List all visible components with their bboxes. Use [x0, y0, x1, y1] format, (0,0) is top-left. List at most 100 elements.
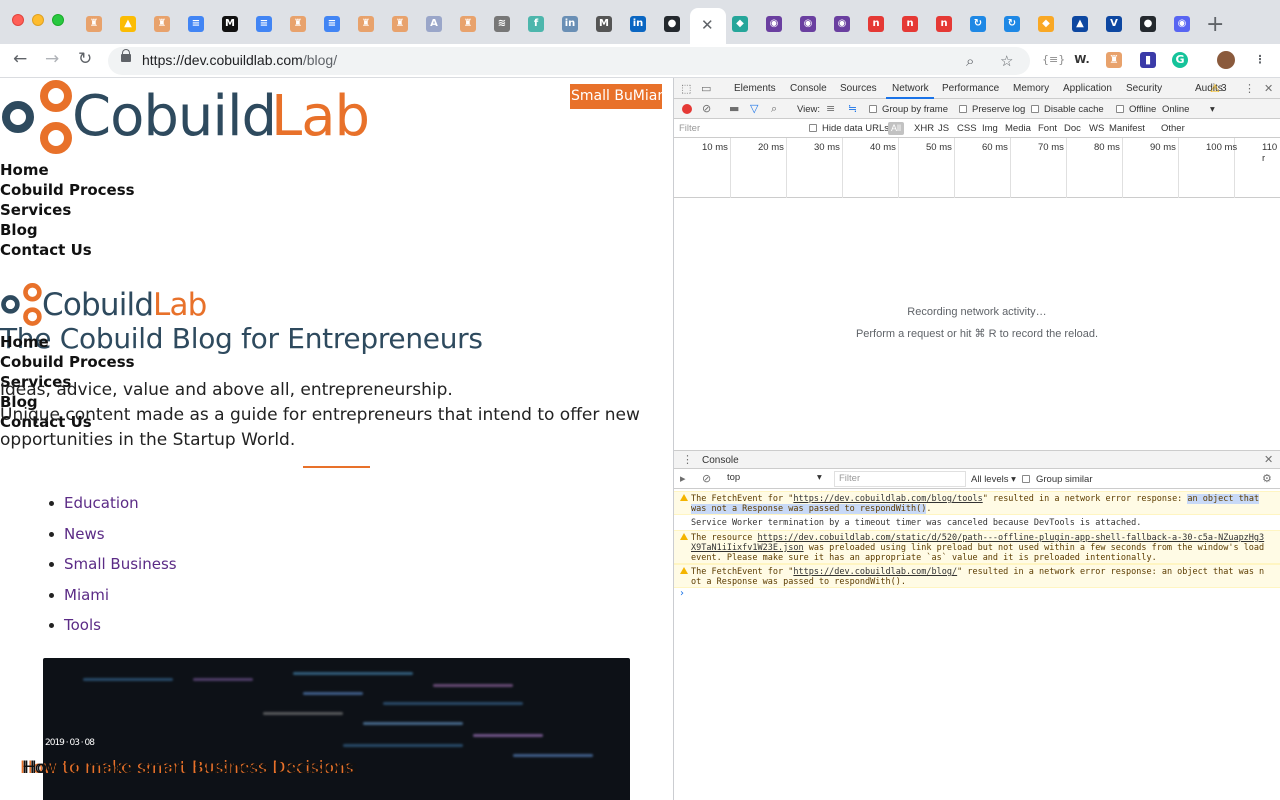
tab-favicon-github-icon[interactable]: ● [664, 16, 680, 32]
close-devtools-icon[interactable]: ✕ [1264, 82, 1273, 95]
tab-favicon-after-12-icon[interactable]: V [1106, 16, 1122, 32]
tab-favicon-docs-icon[interactable]: ≡ [188, 16, 204, 32]
type-filter-js[interactable]: JS [938, 123, 949, 134]
grammarly-icon[interactable]: G [1172, 52, 1188, 68]
active-tab[interactable]: ✕ [690, 8, 726, 44]
message-link[interactable]: https://dev.cobuildlab.com/blog/ [793, 567, 957, 577]
reload-icon[interactable]: ↻ [78, 49, 92, 69]
drawer-menu-icon[interactable]: ⋮ [682, 453, 693, 466]
type-filter-xhr[interactable]: XHR [914, 123, 934, 134]
tab-favicon-after-3-icon[interactable]: ◉ [800, 16, 816, 32]
tab-favicon-10-icon[interactable]: ♜ [392, 16, 408, 32]
console-prompt-icon[interactable]: › [680, 588, 684, 599]
minimize-window-button[interactable] [32, 14, 44, 26]
tab-favicon-after-4-icon[interactable]: ◉ [834, 16, 850, 32]
category-link-small-business[interactable]: Small Business [49, 555, 177, 586]
tab-favicon-docs-3-icon[interactable]: ≡ [324, 16, 340, 32]
extension-robot-icon[interactable]: ♜ [1106, 52, 1122, 68]
offline-checkbox[interactable] [1116, 105, 1124, 113]
bookmark-star-icon[interactable]: ☆ [1000, 52, 1013, 70]
devtools-tab-elements[interactable]: Elements [734, 83, 776, 94]
tab-favicon-13-icon[interactable]: ≋ [494, 16, 510, 32]
sidebar-toggle-icon[interactable]: ▸ [680, 472, 686, 485]
overview-icon[interactable]: ≒ [848, 102, 857, 115]
nav-item-home[interactable]: Home [0, 160, 135, 180]
tab-favicon-7-icon[interactable]: ♜ [290, 16, 306, 32]
nav-item-cobuild-process[interactable]: Cobuild Process [0, 180, 135, 200]
clear-icon[interactable]: ⊘ [702, 102, 711, 115]
back-icon[interactable]: ← [13, 49, 27, 69]
cta-button[interactable]: Small BuMiami [570, 84, 662, 109]
tab-favicon-after-7-icon[interactable]: n [936, 16, 952, 32]
category-link-education[interactable]: Education [49, 494, 177, 525]
drawer-tab-console[interactable]: Console [702, 455, 739, 466]
network-filter-input[interactable]: Filter [679, 123, 700, 134]
address-bar[interactable]: https://dev.cobuildlab.com/blog/ ⌕ ☆ [108, 47, 1030, 75]
console-filter-input[interactable]: Filter [834, 471, 966, 487]
tab-favicon-after-13-icon[interactable]: ● [1140, 16, 1156, 32]
type-filter-doc[interactable]: Doc [1064, 123, 1081, 134]
preserve-log-checkbox[interactable] [959, 105, 967, 113]
console-settings-icon[interactable]: ⚙ [1262, 472, 1272, 485]
throttling-select[interactable]: Online [1162, 104, 1189, 115]
category-link-tools[interactable]: Tools [49, 616, 177, 647]
tab-favicon-medium-2-icon[interactable]: M [596, 16, 612, 32]
type-filter-font[interactable]: Font [1038, 123, 1057, 134]
devtools-tab-console[interactable]: Console [790, 83, 827, 94]
console-clear-icon[interactable]: ⊘ [702, 472, 711, 485]
new-tab-button[interactable]: + [1206, 12, 1224, 37]
avatar[interactable] [1217, 51, 1235, 69]
disable-cache-checkbox[interactable] [1031, 105, 1039, 113]
type-filter-ws[interactable]: WS [1089, 123, 1104, 134]
tab-favicon-drive-icon[interactable]: ▲ [120, 16, 136, 32]
devtools-tab-network[interactable]: Network [892, 83, 929, 94]
type-filter-css[interactable]: CSS [957, 123, 977, 134]
console-message-warning[interactable]: The FetchEvent for "https://dev.cobuildl… [674, 564, 1280, 588]
hide-data-urls-checkbox[interactable] [809, 124, 817, 132]
tab-favicon-after-9-icon[interactable]: ↻ [1004, 16, 1020, 32]
tab-favicon-after-2-icon[interactable]: ◉ [766, 16, 782, 32]
menu-icon[interactable]: ⋮ [1252, 52, 1268, 68]
devtools-menu-icon[interactable]: ⋮ [1244, 82, 1255, 95]
post-title-overlap[interactable]: How to make smart Business Decisions [22, 758, 356, 778]
tab-favicon-9-icon[interactable]: ♜ [358, 16, 374, 32]
tab-favicon-after-10-icon[interactable]: ◆ [1038, 16, 1054, 32]
console-message-warning[interactable]: The resource https://dev.cobuildlab.com/… [674, 530, 1280, 564]
tab-favicon-11-icon[interactable]: A [426, 16, 442, 32]
tab-favicon-after-14-icon[interactable]: ◉ [1174, 16, 1190, 32]
tab-favicon-12-icon[interactable]: ♜ [460, 16, 476, 32]
tab-favicon-after-11-icon[interactable]: ▲ [1072, 16, 1088, 32]
record-button[interactable] [682, 104, 692, 114]
close-tab-icon[interactable]: ✕ [701, 16, 714, 34]
nav-item-blog[interactable]: Blog [0, 220, 135, 240]
group-by-frame-checkbox[interactable] [869, 105, 877, 113]
extension-w-icon[interactable]: W. [1074, 52, 1090, 68]
category-link-news[interactable]: News [49, 525, 177, 556]
nav-item-services[interactable]: Services [0, 200, 135, 220]
group-similar-checkbox[interactable] [1022, 475, 1030, 483]
devtools-tab-performance[interactable]: Performance [942, 83, 999, 94]
tab-favicon-after-6-icon[interactable]: n [902, 16, 918, 32]
category-link-miami[interactable]: Miami [49, 586, 177, 617]
throttling-chevron-icon[interactable]: ▾ [1210, 104, 1215, 115]
type-filter-all[interactable]: All [888, 122, 904, 135]
devtools-tab-memory[interactable]: Memory [1013, 83, 1049, 94]
tab-favicon-after-8-icon[interactable]: ↻ [970, 16, 986, 32]
warning-icon[interactable]: ⚠ [1210, 82, 1220, 95]
forward-icon[interactable]: → [45, 49, 59, 69]
console-message-info[interactable]: Service Worker termination by a timeout … [674, 516, 1280, 530]
warning-count[interactable]: 3 [1221, 83, 1227, 94]
nav-item-home[interactable]: Home [0, 332, 135, 352]
console-message-warning[interactable]: The FetchEvent for "https://dev.cobuildl… [674, 491, 1280, 515]
devtools-tab-sources[interactable]: Sources [840, 83, 877, 94]
context-select[interactable]: top ▾ [727, 472, 827, 486]
tab-favicon-medium-icon[interactable]: M [222, 16, 238, 32]
post-hero-image[interactable] [43, 658, 630, 800]
tab-favicon-linkedin-2-icon[interactable]: in [630, 16, 646, 32]
type-filter-media[interactable]: Media [1005, 123, 1031, 134]
tab-favicon-3-icon[interactable]: ♜ [154, 16, 170, 32]
search-icon[interactable]: ⌕ [771, 102, 777, 116]
nav-item-contact-us[interactable]: Contact Us [0, 240, 135, 260]
type-filter-manifest[interactable]: Manifest [1109, 123, 1145, 134]
log-levels-select[interactable]: All levels ▾ [971, 474, 1016, 485]
